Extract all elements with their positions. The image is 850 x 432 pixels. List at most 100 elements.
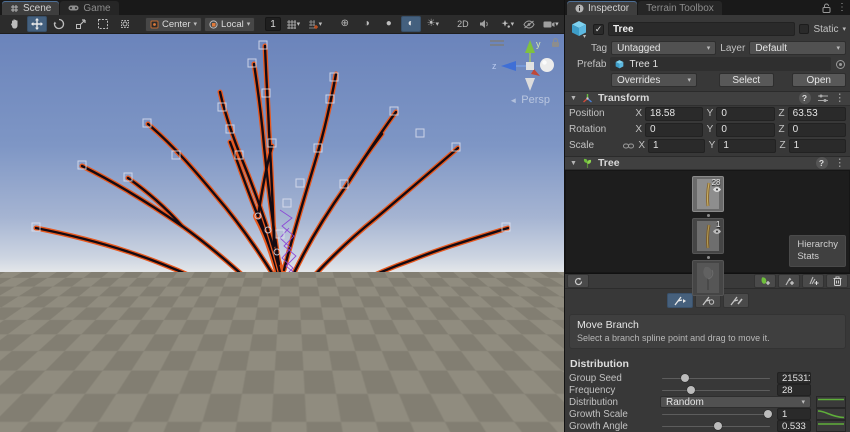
kebab-menu-icon[interactable]: ⋮ xyxy=(837,2,847,13)
effects-dropdown-button[interactable]: ▾ xyxy=(497,16,517,32)
position-z-field[interactable]: 63.53 xyxy=(788,107,846,121)
rotation-x-field[interactable]: 0 xyxy=(645,123,703,137)
rotation-y-field[interactable]: 0 xyxy=(716,123,774,137)
transform-tool-button[interactable] xyxy=(115,16,135,32)
freehand-branch-tool-button[interactable] xyxy=(723,293,749,308)
tag-dropdown[interactable]: Untagged ▾ xyxy=(611,41,716,55)
snap-settings-button[interactable]: ▾ xyxy=(305,16,325,32)
move-branch-tool-button[interactable] xyxy=(667,293,693,308)
link-icon[interactable] xyxy=(623,142,634,150)
static-checkbox[interactable] xyxy=(799,24,809,34)
scale-z-field[interactable]: 1 xyxy=(789,139,846,153)
tree-component-header[interactable]: ▼ Tree ? ⋮ xyxy=(565,156,850,171)
add-branch-group-button[interactable] xyxy=(778,274,800,288)
shading-mode-button[interactable]: ◑ xyxy=(357,16,377,32)
gameobject-cube-icon[interactable]: ▾ xyxy=(569,19,589,39)
lock-icon[interactable] xyxy=(822,3,831,13)
gizmo-down-cone xyxy=(525,78,535,91)
tree-node-branch-group-2[interactable]: 1 xyxy=(692,218,724,254)
growth-angle-curve-field[interactable] xyxy=(816,420,846,432)
scale-tool-button[interactable] xyxy=(71,16,91,32)
move-tool-button[interactable] xyxy=(27,16,47,32)
kebab-menu-icon[interactable]: ⋮ xyxy=(835,92,846,104)
pivot-dropdown[interactable]: Center ▾ xyxy=(145,17,202,32)
open-button[interactable]: Open xyxy=(792,73,847,87)
y-axis-label: Y xyxy=(708,140,715,151)
gameobject-name-field[interactable]: Tree xyxy=(608,22,795,36)
grid-snap-button[interactable]: ▾ xyxy=(283,16,303,32)
prefab-row: Prefab Tree 1 xyxy=(565,56,850,72)
projection-label[interactable]: ◄ Persp xyxy=(509,94,550,106)
snap-increment-field[interactable]: 1 xyxy=(265,17,281,31)
view-gizmo[interactable]: y z xyxy=(478,36,562,94)
prefab-object-field[interactable]: Tree 1 xyxy=(610,57,831,71)
slider-thumb[interactable] xyxy=(687,386,695,394)
eye-icon[interactable] xyxy=(713,229,721,234)
growth-angle-slider[interactable] xyxy=(660,420,772,432)
tab-scene[interactable]: Scene xyxy=(2,1,59,15)
tab-terrain-toolbox[interactable]: Terrain Toolbox xyxy=(638,1,722,15)
layer-dropdown[interactable]: Default ▾ xyxy=(749,41,846,55)
gizmo-menu-icon xyxy=(490,41,504,45)
transform-header[interactable]: ▼ Transform ? ⋮ xyxy=(565,91,850,106)
slider-thumb[interactable] xyxy=(681,374,689,382)
group-seed-slider[interactable] xyxy=(660,372,772,384)
gizmo-sphere xyxy=(540,58,554,72)
growth-scale-curve-field[interactable] xyxy=(816,408,846,420)
static-dropdown-icon[interactable]: ▾ xyxy=(842,26,846,33)
distribution-dropdown[interactable]: Random ▾ xyxy=(660,396,811,408)
delete-node-button[interactable] xyxy=(826,274,848,288)
frequency-value-field[interactable]: 28 xyxy=(777,384,811,396)
tree-node-root[interactable] xyxy=(692,260,724,296)
rotate-tool-button[interactable] xyxy=(49,16,69,32)
refresh-button[interactable] xyxy=(567,274,589,288)
sun-effects-button[interactable]: ☀▾ xyxy=(423,16,443,32)
inspector-info-icon xyxy=(575,4,584,13)
visibility-toggle-button[interactable] xyxy=(519,16,539,32)
position-x-field[interactable]: 18.58 xyxy=(645,107,703,121)
orientation-dropdown[interactable]: Local ▾ xyxy=(204,17,255,32)
tree-branches-outline xyxy=(4,46,550,392)
slider-thumb[interactable] xyxy=(714,422,722,430)
overrides-dropdown[interactable]: Overrides ▾ xyxy=(611,73,697,87)
tab-inspector-label: Inspector xyxy=(588,3,629,14)
growth-scale-value-field[interactable]: 1 xyxy=(777,408,811,420)
lighting-toggle-button[interactable]: ● xyxy=(379,16,399,32)
kebab-menu-icon[interactable]: ⋮ xyxy=(835,157,846,169)
eye-icon[interactable] xyxy=(713,187,721,192)
frequency-slider[interactable] xyxy=(660,384,772,396)
audio-toggle-button[interactable] xyxy=(475,16,495,32)
node-frequency-badge: 28 xyxy=(712,178,721,187)
slider-thumb[interactable] xyxy=(764,410,772,418)
distribution-curve-field[interactable] xyxy=(816,396,846,408)
group-seed-value-field[interactable]: 215311 xyxy=(777,372,811,384)
tree-hierarchy-canvas[interactable]: 28 1 Hierarchy Stats xyxy=(565,170,850,274)
growth-angle-value-field[interactable]: 0.533 xyxy=(777,420,811,432)
gizmo-crosshair-button[interactable]: ⊕ xyxy=(335,16,355,32)
crescent-toggle-button[interactable]: ◐ xyxy=(401,16,421,32)
rotation-z-field[interactable]: 0 xyxy=(788,123,846,137)
2d-toggle-button[interactable]: 2D xyxy=(453,16,473,32)
tree-component-icon xyxy=(582,158,593,169)
tab-inspector[interactable]: Inspector xyxy=(567,1,637,15)
hand-tool-button[interactable] xyxy=(5,16,25,32)
presets-icon[interactable] xyxy=(818,94,828,103)
duplicate-node-button[interactable] xyxy=(802,274,824,288)
scene-viewport[interactable]: y z ◄ Persp xyxy=(0,34,564,432)
rect-tool-button[interactable] xyxy=(93,16,113,32)
active-checkbox[interactable]: ✓ xyxy=(593,24,604,35)
help-icon[interactable]: ? xyxy=(816,157,828,169)
prefab-settings-icon[interactable] xyxy=(835,59,846,70)
prefab-label: Prefab xyxy=(577,59,606,70)
gizmo-lock-icon xyxy=(552,39,559,47)
growth-scale-slider[interactable] xyxy=(660,408,772,420)
scale-x-field[interactable]: 1 xyxy=(648,139,705,153)
select-button[interactable]: Select xyxy=(719,73,774,87)
help-icon[interactable]: ? xyxy=(799,92,811,104)
camera-dropdown-button[interactable]: ▾ xyxy=(541,16,561,32)
position-y-field[interactable]: 0 xyxy=(716,107,774,121)
tree-node-branch-group-1[interactable]: 28 xyxy=(692,176,724,212)
tab-game[interactable]: Game xyxy=(60,1,118,15)
scale-y-field[interactable]: 1 xyxy=(718,139,775,153)
add-leaf-group-button[interactable] xyxy=(754,274,776,288)
